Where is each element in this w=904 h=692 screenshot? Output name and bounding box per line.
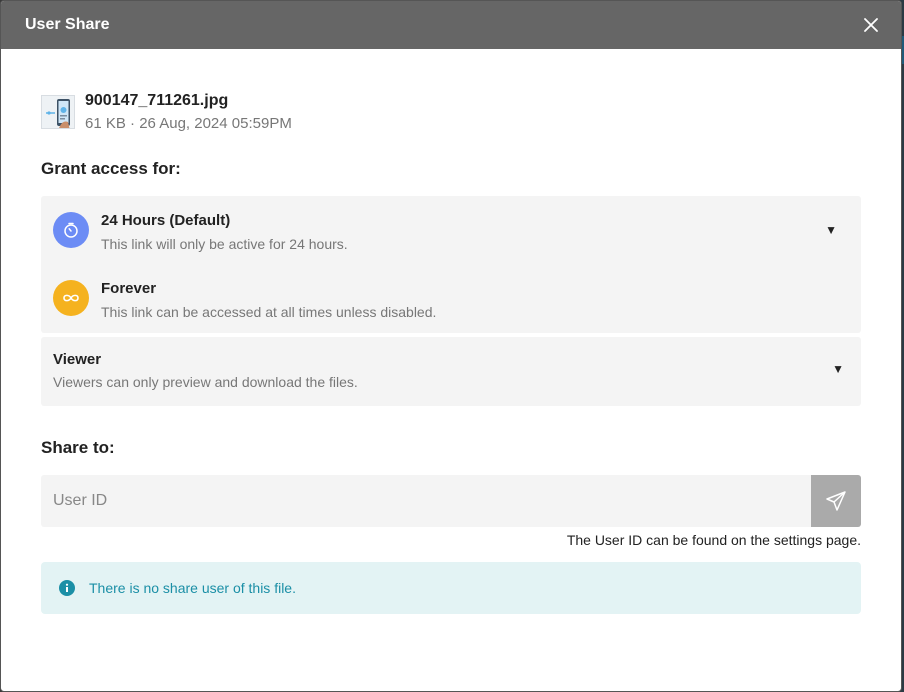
- access-duration-dropdown[interactable]: 24 Hours (Default) This link will only b…: [41, 196, 861, 333]
- role-dropdown[interactable]: Viewer Viewers can only preview and down…: [41, 337, 861, 406]
- share-to-title: Share to:: [41, 438, 115, 457]
- user-id-hint: The User ID can be found on the settings…: [566, 532, 861, 548]
- info-message: There is no share user of this file.: [89, 580, 296, 596]
- role-description: Viewers can only preview and download th…: [53, 374, 358, 390]
- caret-down-icon: ▼: [825, 223, 837, 237]
- option-description: This link can be accessed at all times u…: [101, 304, 437, 320]
- user-share-dialog: User Share 900147_711261.jpg 61 KB · 26 …: [0, 0, 902, 692]
- no-share-user-alert: There is no share user of this file.: [41, 562, 861, 614]
- user-id-input[interactable]: [41, 475, 811, 527]
- caret-down-icon: ▼: [832, 362, 844, 376]
- option-label: 24 Hours (Default): [101, 212, 231, 229]
- send-icon: [826, 491, 846, 511]
- dialog-header: User Share: [1, 1, 901, 49]
- grant-access-title: Grant access for:: [41, 159, 181, 178]
- send-button[interactable]: [811, 475, 861, 527]
- access-option-24-hours[interactable]: 24 Hours (Default) This link will only b…: [53, 212, 348, 253]
- file-name: 900147_711261.jpg: [85, 92, 229, 109]
- file-thumbnail: [41, 95, 75, 129]
- share-input-group: [41, 475, 861, 527]
- close-icon: [864, 18, 878, 32]
- option-label: Forever: [101, 280, 157, 297]
- file-row: 900147_711261.jpg 61 KB · 26 Aug, 2024 0…: [41, 92, 292, 135]
- option-description: This link will only be active for 24 hou…: [101, 236, 348, 252]
- info-icon: [59, 580, 75, 596]
- file-meta: 61 KB · 26 Aug, 2024 05:59PM: [85, 115, 292, 132]
- role-label: Viewer: [53, 351, 102, 368]
- timer-icon: [53, 212, 89, 248]
- access-option-forever[interactable]: Forever This link can be accessed at all…: [53, 280, 436, 321]
- close-button[interactable]: [861, 15, 881, 35]
- infinity-icon: [53, 280, 89, 316]
- dialog-title: User Share: [25, 16, 110, 33]
